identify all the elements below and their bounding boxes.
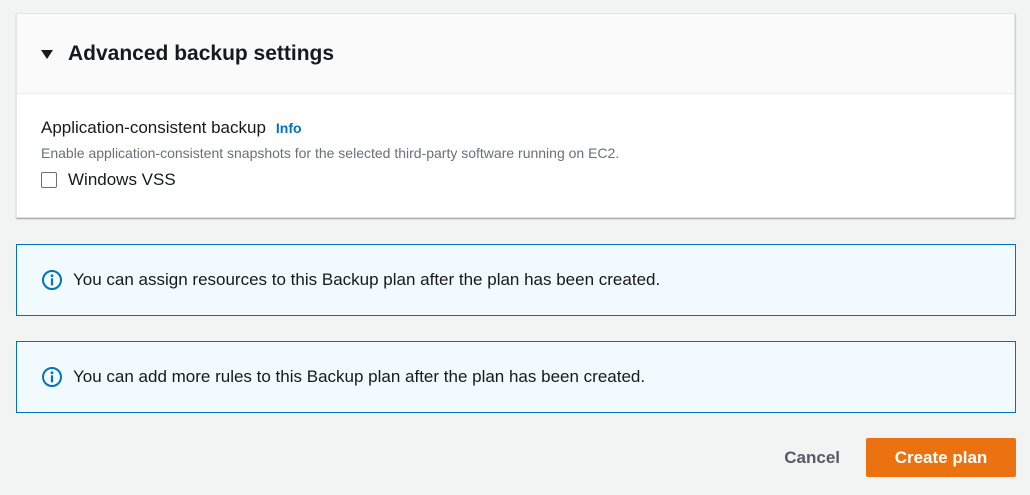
checkbox-label: Windows VSS [68,170,176,189]
info-icon [42,367,62,387]
panel-body: Application-consistent backup Info Enabl… [17,94,1014,190]
windows-vss-checkbox[interactable] [41,172,57,188]
field-label: Application-consistent backup [41,118,266,137]
alert-text: You can add more rules to this Backup pl… [73,367,646,386]
advanced-backup-settings-panel: Advanced backup settings Application-con… [16,13,1015,218]
form-actions: Cancel Create plan [784,438,1016,477]
alert-text: You can assign resources to this Backup … [73,270,661,289]
panel-title: Advanced backup settings [68,41,335,65]
field-description: Enable application-consistent snapshots … [41,145,620,161]
create-plan-button[interactable]: Create plan [866,438,1016,477]
info-alert-add-rules: You can add more rules to this Backup pl… [16,341,1016,413]
info-alert-assign-resources: You can assign resources to this Backup … [16,244,1016,316]
info-link[interactable]: Info [276,120,302,136]
cancel-button[interactable]: Cancel [784,448,840,468]
info-icon [42,270,62,290]
windows-vss-option[interactable]: Windows VSS [41,170,990,190]
advanced-settings-toggle[interactable]: Advanced backup settings [17,14,1014,94]
field-label-row: Application-consistent backup Info [41,118,990,138]
caret-down-icon[interactable] [41,50,53,59]
